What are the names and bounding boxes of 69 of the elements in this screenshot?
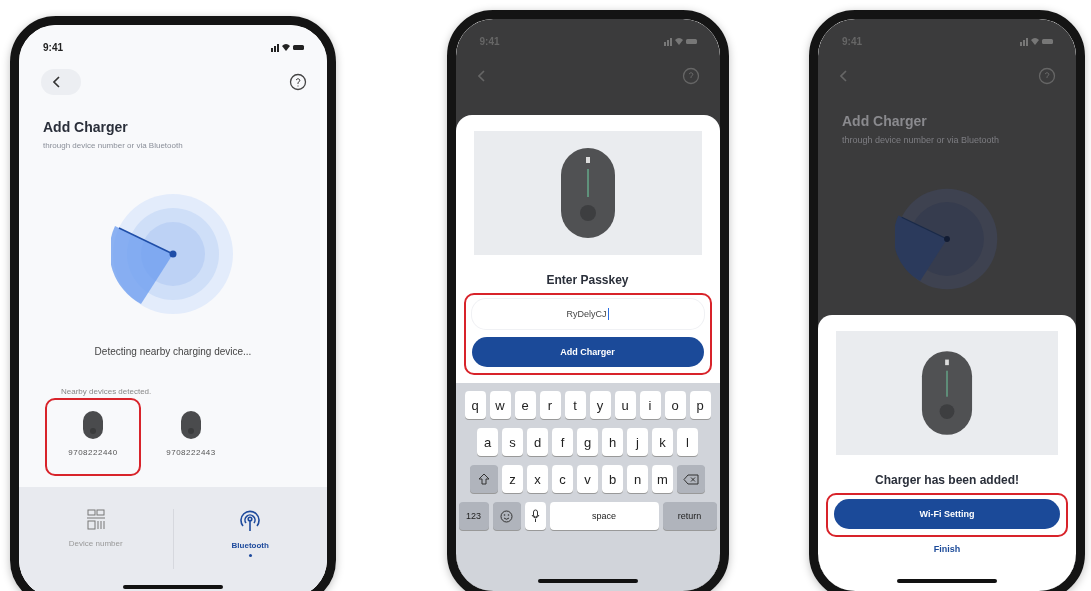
keyboard-key[interactable]: f: [552, 428, 573, 456]
status-icons: [1020, 36, 1054, 46]
backspace-key[interactable]: [677, 465, 705, 493]
device-item[interactable]: 9708222443: [143, 398, 239, 476]
sheet-heading: Enter Passkey: [546, 273, 629, 287]
wifi-setting-button[interactable]: Wi-Fi Setting: [834, 499, 1060, 529]
status-time: 9:41: [43, 41, 63, 53]
keyboard-key[interactable]: o: [664, 391, 686, 419]
keyboard-key[interactable]: x: [527, 465, 548, 493]
device-number: 9708222443: [166, 448, 216, 457]
device-item[interactable]: 9708222440: [45, 398, 141, 476]
scan-status: Detecting nearby charging device...: [93, 346, 253, 357]
keyboard-key[interactable]: d: [527, 428, 548, 456]
keyboard-key[interactable]: i: [639, 391, 661, 419]
keyboard-key[interactable]: j: [627, 428, 648, 456]
keyboard-key[interactable]: r: [539, 391, 561, 419]
keyboard-key[interactable]: s: [502, 428, 523, 456]
antenna-icon: [238, 509, 263, 533]
chevron-left-icon: [477, 70, 486, 82]
smiley-icon: [500, 509, 513, 523]
return-key[interactable]: return: [662, 502, 717, 530]
charger-icon: [82, 410, 104, 440]
keyboard-key[interactable]: p: [689, 391, 711, 419]
device-number: 9708222440: [68, 448, 118, 457]
keyboard-key[interactable]: l: [677, 428, 698, 456]
shift-icon: [478, 473, 490, 485]
keyboard-key[interactable]: a: [477, 428, 498, 456]
keyboard-key[interactable]: n: [627, 465, 648, 493]
keyboard-key[interactable]: e: [514, 391, 536, 419]
status-icons: [663, 36, 698, 46]
help-icon: [681, 67, 700, 85]
selected-dot: [248, 554, 252, 557]
help-icon: [1038, 67, 1056, 85]
microphone-icon: [530, 509, 540, 523]
emoji-key[interactable]: [492, 502, 521, 530]
keyboard-key[interactable]: w: [489, 391, 511, 419]
page-title: Add Charger: [43, 119, 129, 135]
success-message: Charger has been added!: [874, 473, 1019, 487]
mode-tab[interactable]: Bluetooth: [173, 509, 327, 557]
keyboard-key[interactable]: t: [564, 391, 586, 419]
keyboard-key[interactable]: z: [502, 465, 523, 493]
page-subtitle: through device number or via Bluetooth: [842, 135, 1001, 145]
microphone-key[interactable]: [524, 502, 546, 530]
keyboard-key[interactable]: y: [589, 391, 611, 419]
numbers-key[interactable]: 123: [458, 502, 489, 530]
status-icons: [271, 42, 305, 52]
page-title: Add Charger: [842, 113, 928, 129]
keyboard-key[interactable]: h: [602, 428, 623, 456]
devices-label: Nearby devices detected.: [61, 387, 153, 396]
space-key[interactable]: space: [549, 502, 659, 530]
keyboard-key[interactable]: k: [652, 428, 673, 456]
keyboard-key[interactable]: v: [577, 465, 598, 493]
keyboard-key[interactable]: u: [614, 391, 636, 419]
page-subtitle: through device number or via Bluetooth: [43, 141, 184, 150]
keyboard-key[interactable]: c: [552, 465, 573, 493]
chevron-left-icon: [53, 76, 61, 88]
keyboard-key[interactable]: q: [464, 391, 486, 419]
keyboard-key[interactable]: g: [577, 428, 598, 456]
passkey-field[interactable]: RyDelyCJ: [471, 299, 704, 329]
grid-icon: [85, 509, 106, 531]
backspace-icon: [683, 473, 699, 485]
back-button[interactable]: [41, 69, 81, 95]
add-charger-button[interactable]: Add Charger: [471, 337, 704, 367]
chevron-left-icon: [840, 70, 848, 82]
charger-icon: [180, 410, 202, 440]
keyboard-key[interactable]: b: [602, 465, 623, 493]
finish-link[interactable]: Finish: [927, 543, 967, 555]
keyboard-key[interactable]: m: [652, 465, 673, 493]
help-icon[interactable]: [289, 73, 307, 91]
